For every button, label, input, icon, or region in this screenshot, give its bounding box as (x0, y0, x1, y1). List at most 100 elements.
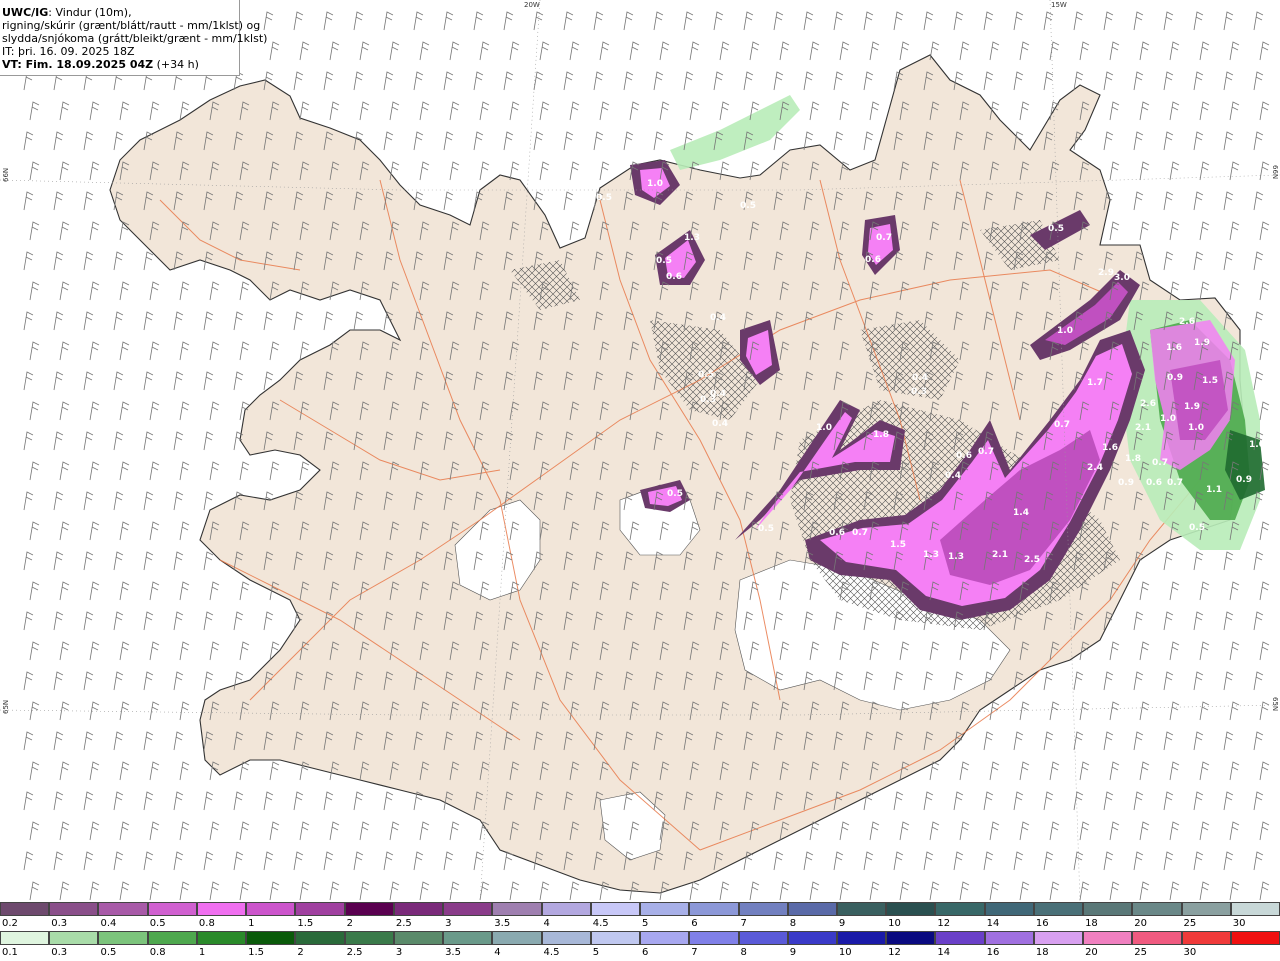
precip-value-label: 0.5 (596, 193, 612, 203)
precip-value-label: 1.5 (1202, 376, 1218, 386)
legend-tick-label: 18 (1085, 918, 1098, 929)
lon-label-20w: 20W (524, 1, 540, 9)
forecast-lead: (+34 h) (156, 58, 199, 71)
legend-tick-label: 7 (740, 918, 747, 929)
precip-value-label: 0.7 (978, 447, 994, 457)
precip-value-label: 1.0 (816, 423, 832, 433)
precip-value-label: 1.6 (1166, 343, 1182, 353)
legend-color-cell (1083, 902, 1133, 916)
lat-label-65n-right: 65N (1271, 697, 1279, 712)
legend-tick-label: 3.5 (445, 947, 461, 958)
legend-color-cell (344, 931, 394, 945)
legend-tick-label: 8 (740, 947, 747, 958)
rain-scale-ticks: 0.1 0.3 0.5 0.8 1 1.5 2 2.5 3 3.5 4 4.5 5 6 7 8 9 10 12 14 1… (0, 947, 1280, 961)
legend-tick-label: 6 (691, 918, 698, 929)
legend-tick-label: 2.5 (395, 918, 412, 929)
precip-value-label: 0.4 (945, 471, 961, 481)
lon-label-15w: 15W (1051, 1, 1067, 9)
precip-value-label: 0.7 (1054, 420, 1070, 430)
precip-value-label: 2.6 (1179, 317, 1195, 327)
precip-value-label: 0.6 (666, 272, 682, 282)
precip-value-label: 1.0 (647, 179, 663, 189)
legend-color-cell (295, 902, 345, 916)
legend-color-cell (886, 902, 936, 916)
lat-label-66n-right: 66N (1271, 165, 1279, 180)
precip-value-label: 2.6 (1140, 399, 1156, 409)
legend-tick-label: 0.8 (198, 918, 215, 929)
legend-color-cell (1181, 902, 1231, 916)
legend-color-cell (1033, 931, 1084, 945)
precip-value-label: 2.4 (1087, 463, 1103, 473)
legend-color-cell (787, 902, 837, 916)
legend-color-cell (393, 902, 444, 916)
legend-tick-label: 30 (1183, 947, 1197, 958)
legend-color-cell (1132, 931, 1182, 945)
precip-value-label: 1.3 (923, 550, 939, 560)
legend-tick-label: 9 (789, 947, 797, 958)
legend-tick-label: 0.2 (2, 918, 18, 929)
legend-color-cell (393, 931, 444, 945)
legend-color-cell (689, 931, 739, 945)
precip-value-label: 0.5 (758, 524, 774, 534)
legend-color-cell (836, 902, 887, 916)
legend-tick-label: 6 (642, 947, 649, 958)
precip-value-label: 2.1 (1135, 423, 1151, 433)
legend-color-cell (984, 931, 1034, 945)
legend-color-cell (935, 931, 985, 945)
legend-color-cell (492, 931, 542, 945)
precip-value-label: 1.0 (1249, 440, 1265, 450)
precip-value-label: 1.9 (1194, 338, 1210, 348)
precip-value-label: 1.5 (890, 540, 906, 550)
legend-tick-label: 1 (198, 947, 206, 958)
legend-tick-label: 3 (395, 947, 403, 958)
precip-value-label: 1.8 (1125, 454, 1141, 464)
legend-color-cell (935, 902, 985, 916)
header-line1: : Vindur (10m), (48, 6, 132, 19)
precip-value-label: 1.1 (1206, 485, 1222, 495)
legend-color-cell (492, 902, 542, 916)
header-line2: rigning/skúrir (grænt/blátt/rautt - mm/1… (2, 19, 261, 32)
legend-color-cell (49, 902, 99, 916)
legend-color-cell (1033, 902, 1084, 916)
legend-tick-label: 4 (494, 947, 501, 958)
legend-tick-label: 14 (937, 947, 951, 958)
rain-color-scale (0, 931, 1280, 947)
precip-value-label: 0.5 (667, 489, 683, 499)
model-name: UWC/IG (2, 6, 49, 19)
legend-color-cell (147, 931, 197, 945)
legend-tick-label: 16 (1035, 918, 1049, 929)
legend-color-cell (443, 931, 493, 945)
legend-color-cell (738, 902, 788, 916)
legend-color-cell (98, 902, 148, 916)
precip-value-label: 0.6 (956, 451, 972, 461)
legend-tick-label: 25 (1183, 918, 1197, 929)
legend-tick-label: 1.5 (297, 918, 314, 929)
legend-tick-label: 4 (543, 918, 550, 929)
precip-value-label: 0.4 (712, 419, 728, 429)
precip-value-label: 0.6 (1146, 478, 1162, 488)
legend-color-cell (1083, 931, 1133, 945)
legend-color-cell (886, 931, 936, 945)
precip-value-label: 0.9 (1167, 373, 1183, 383)
legend-color-cell (1181, 931, 1231, 945)
legend-color-cell (590, 931, 641, 945)
lat-label-65n-left: 65N (2, 699, 10, 714)
precip-value-label: 0.5 (656, 256, 672, 266)
initial-time: IT: þri. 16. 09. 2025 18Z (2, 45, 135, 58)
lat-label-66n-left: 66N (2, 167, 10, 182)
precip-value-label: 2.9 (1098, 268, 1114, 278)
precip-value-label: 0.5 (1048, 224, 1064, 234)
legend-tick-label: 1 (248, 918, 255, 929)
legend-tick-label: 8 (789, 918, 797, 929)
precip-value-label: 0.7 (852, 528, 868, 538)
legend-color-cell (196, 902, 247, 916)
legend-tick-label: 0.3 (51, 918, 68, 929)
precip-value-label: 0.3 (911, 387, 927, 397)
legend-color-cell (541, 902, 591, 916)
legend-color-cell (0, 931, 50, 945)
precip-value-label: 0.7 (1167, 478, 1183, 488)
precip-value-label: 1.0 (1160, 414, 1176, 424)
legend-color-cell (1132, 902, 1182, 916)
precip-value-label: 0.7 (1152, 458, 1168, 468)
legend-color-cell (590, 902, 641, 916)
